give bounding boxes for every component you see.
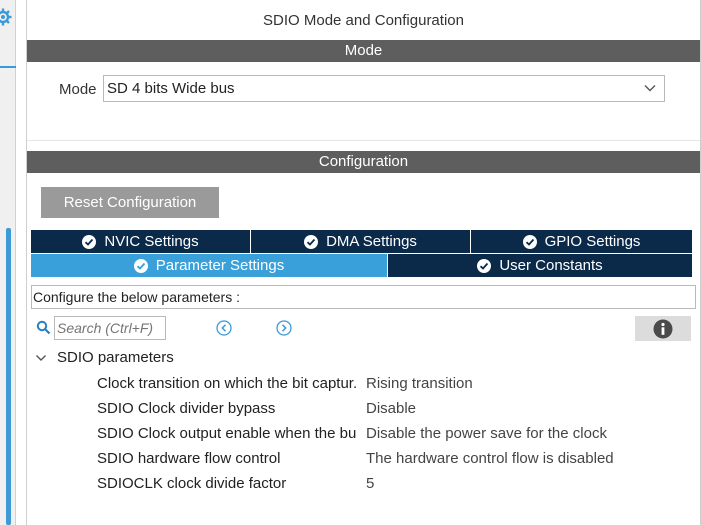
tab-label: GPIO Settings — [544, 233, 641, 250]
search-icon — [36, 320, 51, 335]
chevron-left-circle-icon[interactable] — [216, 320, 232, 336]
parameter-name: Clock transition on which the bit captur… — [97, 375, 358, 392]
parameter-value[interactable]: Rising transition — [366, 375, 473, 392]
mode-section-header: Mode — [27, 40, 700, 62]
section-divider — [27, 140, 700, 141]
check-circle-icon — [304, 234, 319, 249]
gear-icon[interactable] — [0, 8, 12, 26]
tab-gpio-settings[interactable]: GPIO Settings — [471, 230, 693, 254]
tab-label: User Constants — [499, 257, 603, 274]
tab-dma-settings[interactable]: DMA Settings — [251, 230, 471, 254]
configuration-section-header: Configuration — [27, 151, 700, 173]
search-input[interactable] — [54, 316, 166, 340]
parameters-description: Configure the below parameters : — [31, 285, 696, 309]
parameter-name: SDIO Clock divider bypass — [97, 400, 276, 417]
tab-user-constants[interactable]: User Constants — [388, 254, 693, 278]
tab-parameter-settings[interactable]: Parameter Settings — [31, 254, 388, 278]
parameter-name: SDIO Clock output enable when the bu — [97, 425, 357, 442]
check-circle-icon — [133, 258, 148, 273]
mode-select[interactable]: SD 4 bits Wide bus — [103, 75, 665, 102]
chevron-right-circle-icon[interactable] — [276, 320, 292, 336]
parameter-value[interactable]: 5 — [366, 475, 374, 492]
tab-nvic-settings[interactable]: NVIC Settings — [31, 230, 251, 254]
tab-label: DMA Settings — [326, 233, 417, 250]
tab-label: Parameter Settings — [155, 257, 285, 274]
mode-label: Mode — [59, 81, 97, 98]
parameter-row[interactable]: SDIO hardware flow control The hardware … — [97, 450, 697, 470]
sidebar-selection-indicator — [0, 66, 16, 68]
chevron-down-icon — [36, 354, 46, 361]
info-button[interactable] — [635, 316, 691, 341]
settings-tabs-row-1: NVIC Settings DMA Settings GPIO Settings — [31, 230, 693, 254]
parameter-name: SDIO hardware flow control — [97, 450, 281, 467]
chevron-down-icon — [644, 85, 656, 92]
group-label: SDIO parameters — [57, 349, 174, 366]
left-sidebar-strip — [0, 0, 16, 525]
mode-select-value: SD 4 bits Wide bus — [107, 80, 235, 97]
parameter-value[interactable]: Disable — [366, 400, 416, 417]
app-root: SDIO Mode and Configuration Mode Mode SD… — [0, 0, 701, 525]
panel-title: SDIO Mode and Configuration — [263, 12, 464, 29]
sidebar-scrollbar[interactable] — [6, 228, 11, 525]
parameter-value[interactable]: The hardware control flow is disabled — [366, 450, 614, 467]
parameter-name: SDIOCLK clock divide factor — [97, 475, 287, 492]
settings-tabs-row-2: Parameter Settings User Constants — [31, 254, 693, 278]
check-circle-icon — [82, 234, 97, 249]
parameter-row[interactable]: SDIOCLK clock divide factor 5 — [97, 475, 697, 495]
tab-label: NVIC Settings — [104, 233, 199, 250]
check-circle-icon — [477, 258, 492, 273]
check-circle-icon — [522, 234, 537, 249]
parameter-value[interactable]: Disable the power save for the clock — [366, 425, 607, 442]
sdio-parameters-group[interactable]: SDIO parameters — [35, 349, 174, 366]
parameter-row[interactable]: Clock transition on which the bit captur… — [97, 375, 697, 395]
reset-configuration-button[interactable]: Reset Configuration — [41, 187, 219, 218]
info-icon — [653, 319, 673, 339]
parameter-row[interactable]: SDIO Clock divider bypass Disable — [97, 400, 697, 420]
parameter-row[interactable]: SDIO Clock output enable when the bu Dis… — [97, 425, 697, 445]
configuration-panel: SDIO Mode and Configuration Mode Mode SD… — [26, 0, 701, 525]
